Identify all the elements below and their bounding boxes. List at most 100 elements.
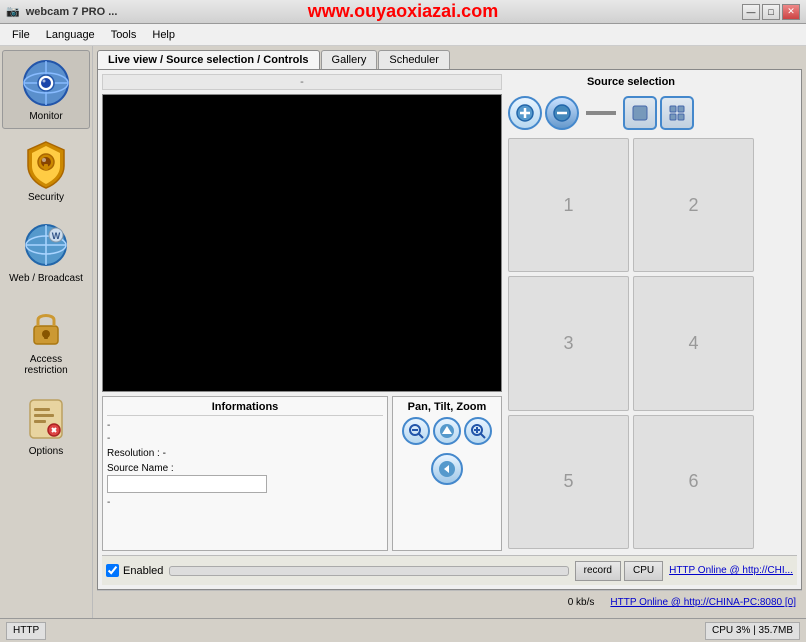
window-controls: — □ ✕ [742,4,800,20]
svg-text:W: W [52,231,61,241]
record-button[interactable]: record [575,561,621,581]
source-view1-button[interactable] [623,96,657,130]
content-panel: - Informations - - Resolution : [97,69,802,590]
video-section: - Informations - - Resolution : [102,74,502,551]
sidebar-access-label: Access restriction [7,354,85,376]
tab-live-view[interactable]: Live view / Source selection / Controls [97,50,320,69]
info-ptz-row: Informations - - Resolution : - Source N… [102,396,502,551]
source-cell-6[interactable]: 6 [633,415,754,549]
source-cell-5[interactable]: 5 [508,415,629,549]
record-cpu-area: record CPU [575,561,663,581]
source-cell-1[interactable]: 1 [508,138,629,272]
sidebar-item-options[interactable]: Options [2,385,90,464]
source-cell-2[interactable]: 2 [633,138,754,272]
horizontal-scrollbar[interactable] [169,566,568,576]
source-remove-button[interactable] [545,96,579,130]
sidebar: Monitor Security [0,46,93,618]
main-container: Monitor Security [0,46,806,618]
source-grid-button[interactable] [660,96,694,130]
menu-language[interactable]: Language [38,27,103,43]
sidebar-monitor-label: Monitor [29,111,62,122]
http-status: HTTP [6,622,46,640]
http-link-inline[interactable]: HTTP Online @ http://CHI... [669,565,793,576]
video-title: - [102,74,502,90]
menu-tools[interactable]: Tools [103,27,145,43]
title-bar: 📷 webcam 7 PRO ... www.ouyaoxiazai.com —… [0,0,806,24]
security-icon [20,138,72,190]
content-area: Live view / Source selection / Controls … [93,46,806,618]
enabled-checkbox[interactable] [106,564,119,577]
ptz-zoom-out-button[interactable] [402,417,430,445]
ptz-controls [397,417,497,445]
source-selection-title: Source selection [506,74,756,90]
grid-view-icon [668,104,686,122]
sidebar-item-web-broadcast[interactable]: W Web / Broadcast [2,212,90,291]
bottom-bar: 0 kb/s HTTP Online @ http://CHINA-PC:808… [97,590,802,614]
source-add-button[interactable] [508,96,542,130]
top-section: - Informations - - Resolution : [102,74,797,551]
source-grid: 1 2 3 4 5 [506,136,756,551]
up-arrow-icon [439,423,455,439]
sidebar-security-label: Security [28,192,64,203]
menu-help[interactable]: Help [144,27,183,43]
info-line1: - [107,420,383,431]
source-toolbar [506,94,756,132]
back-arrow-icon [438,460,456,478]
sidebar-item-access[interactable]: Access restriction [2,293,90,383]
bottom-controls-row: Enabled record CPU HTTP Online @ http://… [102,555,797,585]
tab-scheduler[interactable]: Scheduler [378,50,450,69]
resolution-label: Resolution : - [107,448,383,459]
ptz-back-button[interactable] [431,453,463,485]
cpu-button[interactable]: CPU [624,561,663,581]
ptz-title: Pan, Tilt, Zoom [397,401,497,413]
close-button[interactable]: ✕ [782,4,800,20]
app-icon: 📷 [6,5,20,18]
access-icon [20,300,72,352]
enabled-checkbox-row: Enabled [106,564,163,577]
tab-bar: Live view / Source selection / Controls … [97,50,802,69]
zoom-out-icon [408,423,424,439]
monitor-icon-container [20,57,72,109]
options-icon [20,392,72,444]
security-icon-container [20,138,72,190]
ptz-panel: Pan, Tilt, Zoom [392,396,502,551]
maximize-button[interactable]: □ [762,4,780,20]
options-icon-container [20,392,72,444]
menu-bar: File Language Tools Help [0,24,806,46]
watermark: www.ouyaoxiazai.com [308,1,498,22]
info-panel-title: Informations [107,401,383,416]
menu-file[interactable]: File [4,27,38,43]
monitor-icon [20,57,72,109]
sidebar-options-label: Options [29,446,63,457]
ptz-zoom-in-button[interactable] [464,417,492,445]
source-name-input[interactable] [107,475,267,493]
web-broadcast-icon-container: W [20,219,72,271]
ptz-up-button[interactable] [433,417,461,445]
cpu-status: CPU 3% | 35.7MB [705,622,800,640]
access-icon-container [20,300,72,352]
app-title: webcam 7 PRO ... [26,6,118,18]
zoom-in-icon [470,423,486,439]
info-line3: - [107,497,383,508]
tab-gallery[interactable]: Gallery [321,50,378,69]
http-link[interactable]: HTTP Online @ http://CHINA-PC:8080 [0] [610,597,796,608]
source-cell-4[interactable]: 4 [633,276,754,410]
info-panel: Informations - - Resolution : - Source N… [102,396,388,551]
sidebar-item-security[interactable]: Security [2,131,90,210]
sidebar-item-monitor[interactable]: Monitor [2,50,90,129]
info-line2: - [107,433,383,444]
enabled-label: Enabled [123,565,163,577]
sidebar-web-broadcast-label: Web / Broadcast [9,273,83,284]
title-bar-left: 📷 webcam 7 PRO ... [6,5,117,18]
single-view-icon [631,104,649,122]
source-divider [586,111,616,115]
add-source-icon [516,104,534,122]
remove-source-icon [553,104,571,122]
speed-indicator: 0 kb/s [568,597,595,608]
source-cell-3[interactable]: 3 [508,276,629,410]
source-panel: Source selection [506,74,756,551]
source-name-label: Source Name : [107,463,383,474]
web-broadcast-icon: W [20,219,72,271]
status-bar: HTTP CPU 3% | 35.7MB [0,618,806,642]
minimize-button[interactable]: — [742,4,760,20]
